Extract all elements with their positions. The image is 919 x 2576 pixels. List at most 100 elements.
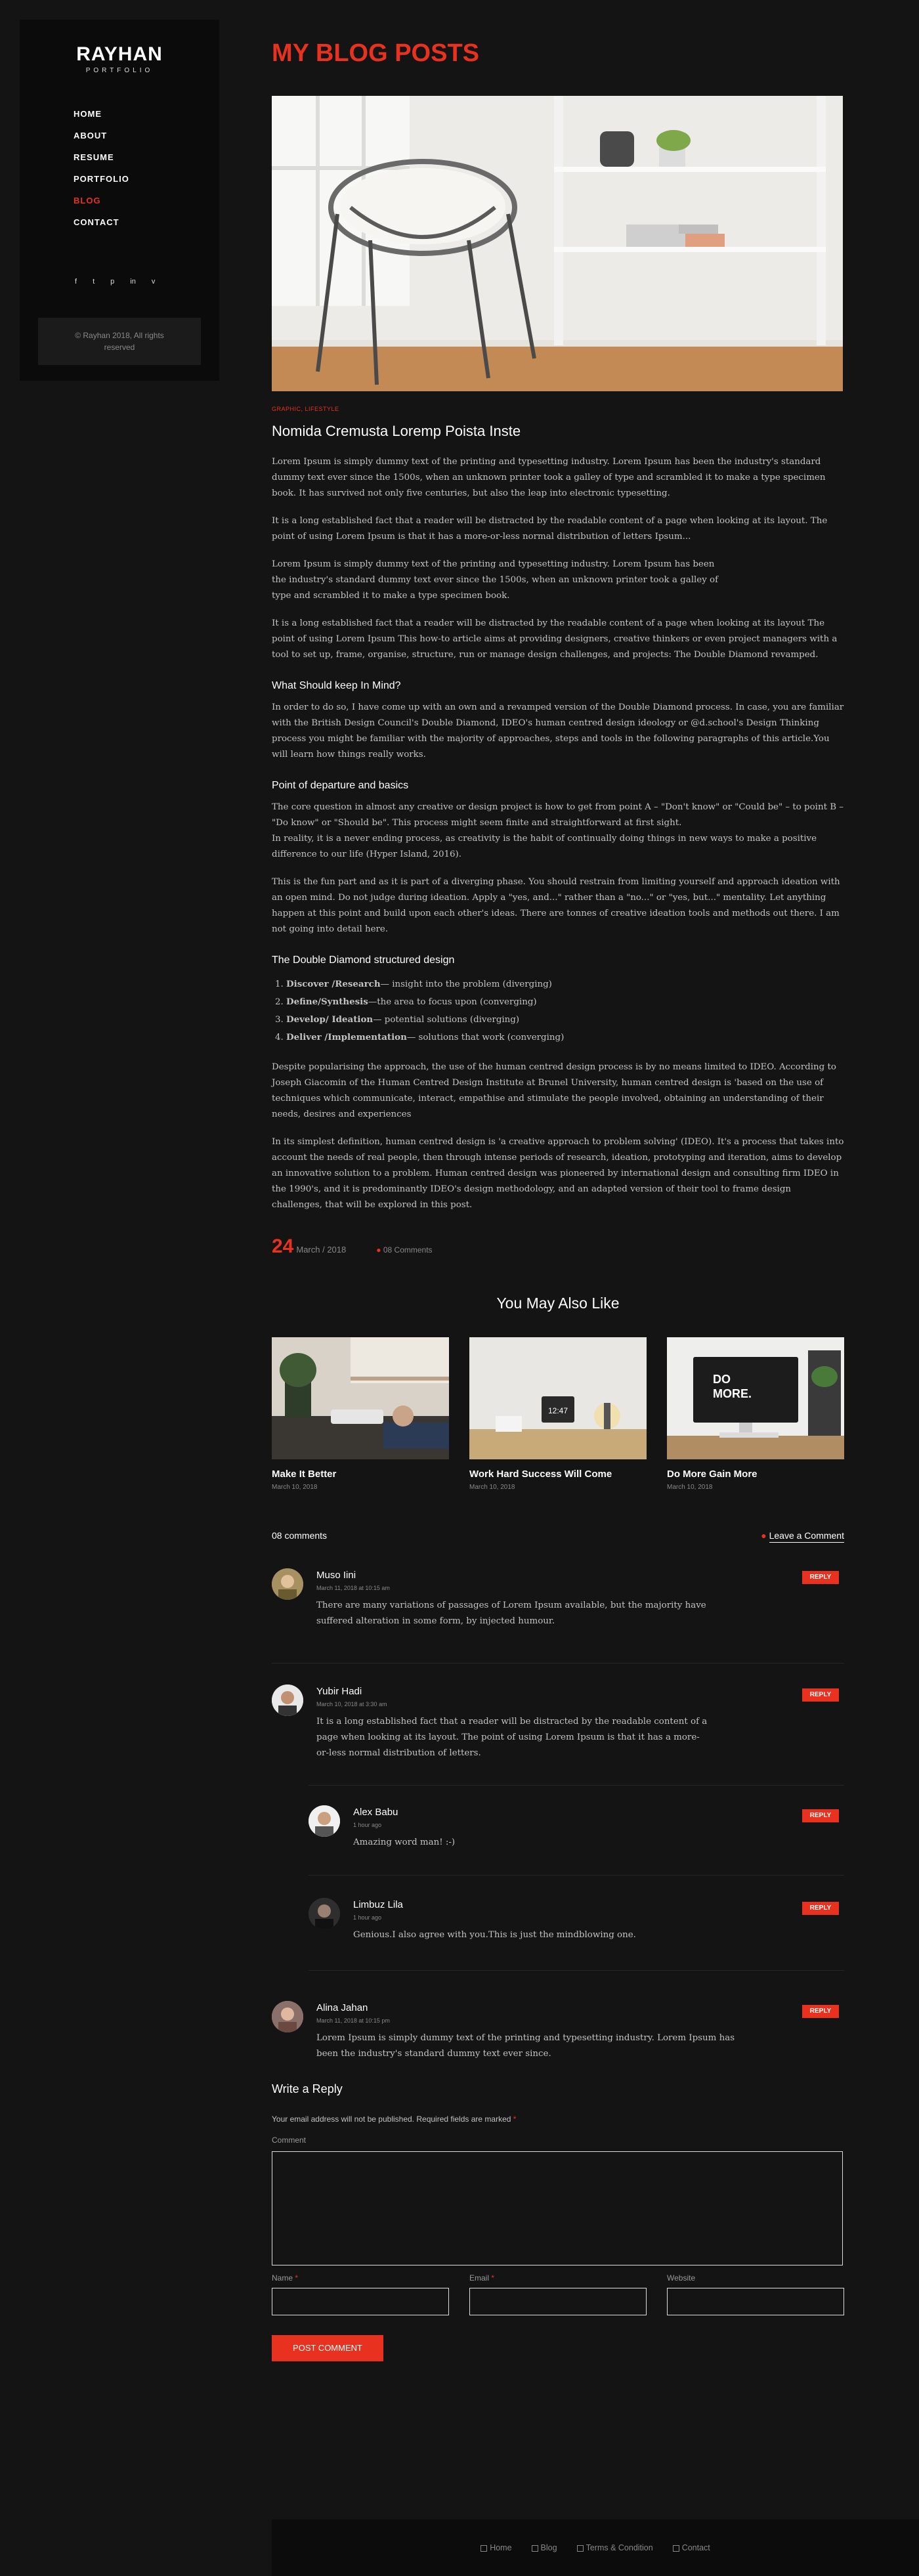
email-input[interactable] [469,2288,647,2315]
comment-text: Amazing word man! :-) [353,1837,456,1847]
footer-link-terms[interactable]: Terms & Condition [576,2543,653,2552]
comment-body: Yubir Hadi March 10, 2018 at 3:30 am It … [316,1686,710,1761]
step-title: Deliver /Implementation [286,1032,407,1042]
leave-comment-link[interactable]: ● Leave a Comment [761,1530,844,1543]
comment-reply: Limbuz Lila 1 hour ago Genious.I also ag… [309,1876,844,1971]
related-title[interactable]: Do More Gain More [667,1469,844,1480]
post-category[interactable]: GRAPHIC, LIFESTYLE [272,406,844,412]
sidebar: RAYHAN PORTFOLIO HOME ABOUT RESUME PORTF… [20,20,219,381]
name-field-group: Name * [272,2273,449,2315]
section-heading-basics: Point of departure and basics [272,780,409,791]
comment-textarea[interactable] [272,2151,843,2265]
post-hero-image [272,96,843,391]
twitter-icon[interactable]: t [93,278,95,286]
footer-link-label: Terms & Condition [586,2543,653,2552]
comment: Muso Iini March 11, 2018 at 10:15 am The… [272,1567,844,1664]
section-heading-diamond: The Double Diamond structured design [272,955,455,966]
square-icon [576,2544,584,2552]
website-input[interactable] [667,2288,844,2315]
avatar-image [272,1685,303,1716]
email-label: Email * [469,2273,647,2283]
avatar-image [272,1568,303,1600]
nav-item-portfolio[interactable]: PORTFOLIO [74,168,219,190]
reply-button[interactable]: REPLY [802,1571,839,1584]
footer-link-label: Blog [540,2543,557,2552]
email-field-group: Email * [469,2273,647,2315]
nav-item-contact[interactable]: CONTACT [74,211,219,233]
post-title: Nomida Cremusta Loremp Poista Inste [272,423,521,439]
avatar [272,1568,303,1600]
social-links: f t p in v [75,278,219,286]
facebook-icon[interactable]: f [75,278,77,286]
step-text: — solutions that work (converging) [406,1033,565,1042]
related-image[interactable]: DO MORE. [667,1337,844,1459]
square-icon [531,2544,538,2552]
reply-button[interactable]: REPLY [802,1902,839,1915]
related-card[interactable]: 12:47 Work Hard Success Will Come March … [469,1337,647,1491]
nav-item-blog[interactable]: BLOG [74,190,219,211]
related-title[interactable]: Make It Better [272,1469,449,1480]
comment: Yubir Hadi March 10, 2018 at 3:30 am It … [272,1664,844,1786]
related-image[interactable]: 12:47 [469,1337,647,1459]
comment-author: Alex Babu [353,1807,398,1818]
reply-form: Write a Reply Your email address will no… [272,2082,844,2361]
copyright-line-1: © Rayhan 2018, All rights [75,331,164,340]
form-fields-row: Name * Email * Website [272,2273,844,2315]
related-image[interactable] [272,1337,449,1459]
post-paragraph-4: It is a long established fact that a rea… [272,618,838,660]
post-paragraph-2: It is a long established fact that a rea… [272,516,828,542]
nav-item-about[interactable]: ABOUT [74,125,219,146]
post-meta: 24 March / 2018 ● 08 Comments [272,1235,844,1258]
related-date: March 10, 2018 [667,1484,713,1491]
page-title: MY BLOG POSTS [272,39,480,67]
required-mark: * [513,2114,517,2124]
comment-author: Limbuz Lila [353,1899,403,1910]
comment-text: It is a long established fact that a rea… [316,1717,708,1758]
comment-body: Muso Iini March 11, 2018 at 10:15 am The… [316,1570,743,1629]
related-card[interactable]: DO MORE. Do More Gain More March 10, 201… [667,1337,844,1491]
reply-button[interactable]: REPLY [802,1688,839,1702]
reply-button[interactable]: REPLY [802,1809,839,1822]
name-input[interactable] [272,2288,449,2315]
post-paragraph-6b: In reality, it is a never ending process… [272,834,817,859]
post-paragraph-9: In its simplest definition, human centre… [272,1137,844,1210]
reply-button[interactable]: REPLY [802,2005,839,2018]
website-field-group: Website [667,2273,844,2315]
pinterest-icon[interactable]: p [110,278,114,286]
comment-date: March 11, 2018 at 10:15 pm [316,2017,390,2024]
workspace-illustration-3: DO MORE. [667,1337,844,1459]
website-label: Website [667,2273,696,2283]
related-heading: You May Also Like [496,1295,620,1312]
nav-item-home[interactable]: HOME [74,103,219,125]
comment-date: 1 hour ago [353,1914,382,1921]
related-title[interactable]: Work Hard Success Will Come [469,1469,647,1480]
copyright-box: © Rayhan 2018, All rights reserved [38,318,201,365]
post-paragraph-3: Lorem Ipsum is simply dummy text of the … [272,559,719,601]
square-icon [481,2544,488,2552]
footer-link-home[interactable]: Home [481,2543,512,2552]
footer-link-blog[interactable]: Blog [531,2543,557,2552]
vimeo-icon[interactable]: v [152,278,156,286]
step-text: —the area to focus upon (converging) [368,997,537,1007]
name-label: Name * [272,2273,449,2283]
footer-link-contact[interactable]: Contact [672,2543,710,2552]
comment-text: Lorem Ipsum is simply dummy text of the … [316,2033,735,2059]
copyright-line-2: reserved [104,343,135,352]
related-card[interactable]: Make It Better March 10, 2018 [272,1337,449,1491]
name-label-text: Name [272,2273,293,2283]
post-paragraph-7: This is the fun part and as it is part o… [272,877,840,934]
related-date: March 10, 2018 [469,1484,515,1491]
logo[interactable]: RAYHAN PORTFOLIO [20,43,219,74]
related-date: March 10, 2018 [272,1484,318,1491]
comment-icon: ● [761,1530,767,1541]
avatar [272,2001,303,2032]
step-title: Discover /Research [286,979,381,989]
post-comments-link[interactable]: ● 08 Comments [376,1245,432,1255]
step-title: Develop/ Ideation [286,1014,374,1025]
linkedin-icon[interactable]: in [130,278,136,286]
nav-item-resume[interactable]: RESUME [74,146,219,168]
list-item: Develop/ Ideation— potential solutions (… [286,1011,844,1029]
section-heading-mind: What Should keep In Mind? [272,680,401,691]
post-comment-button[interactable]: POST COMMENT [272,2335,383,2361]
avatar [309,1805,340,1837]
